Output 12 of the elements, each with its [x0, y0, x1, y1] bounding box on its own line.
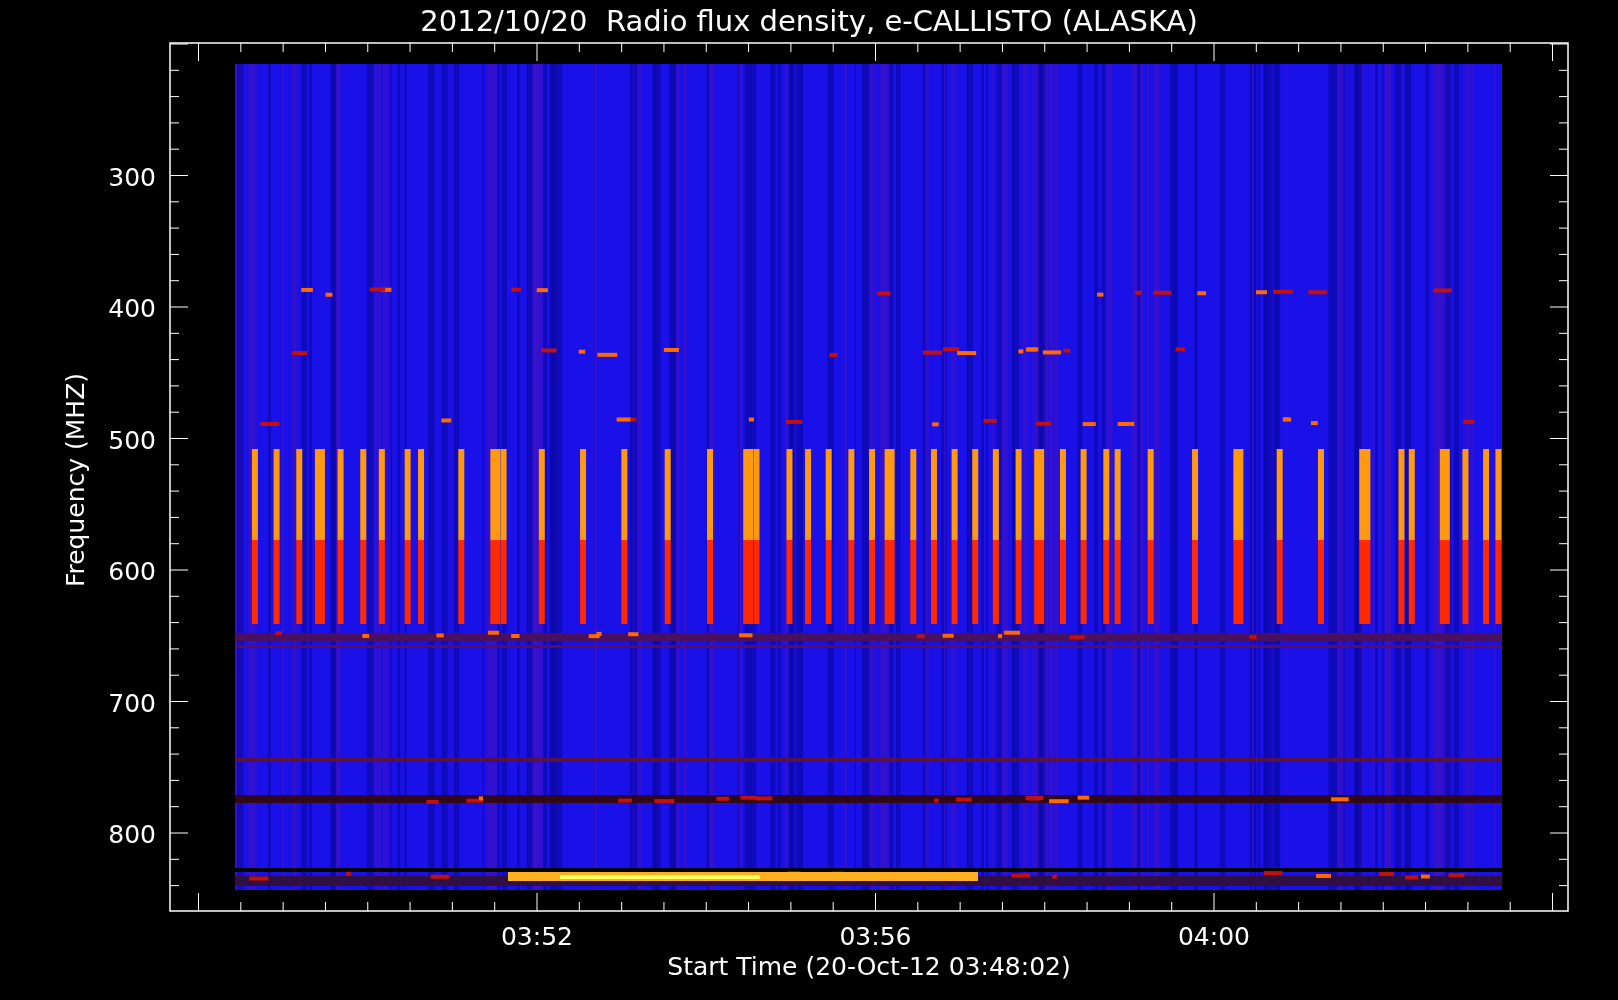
y-tick-label: 700 — [108, 688, 156, 718]
x-tick-label: 03:56 — [839, 922, 912, 951]
x-tick-label: 03:52 — [501, 922, 573, 951]
y-tick-label: 600 — [108, 557, 156, 586]
y-tick-label: 800 — [108, 820, 156, 849]
y-axis-title: Frequency (MHZ) — [61, 372, 90, 588]
chart-title: 2012/10/20 Radio flux density, e-CALLISTO (ALASKA) — [420, 4, 1198, 38]
y-tick-label: 500 — [108, 425, 156, 455]
y-tick-label: 400 — [108, 294, 156, 323]
y-tick-label: 300 — [108, 162, 156, 192]
x-axis-title: Start Time (20-Oct-12 03:48:02) — [667, 952, 1071, 981]
x-tick-label: 04:00 — [1178, 922, 1250, 951]
